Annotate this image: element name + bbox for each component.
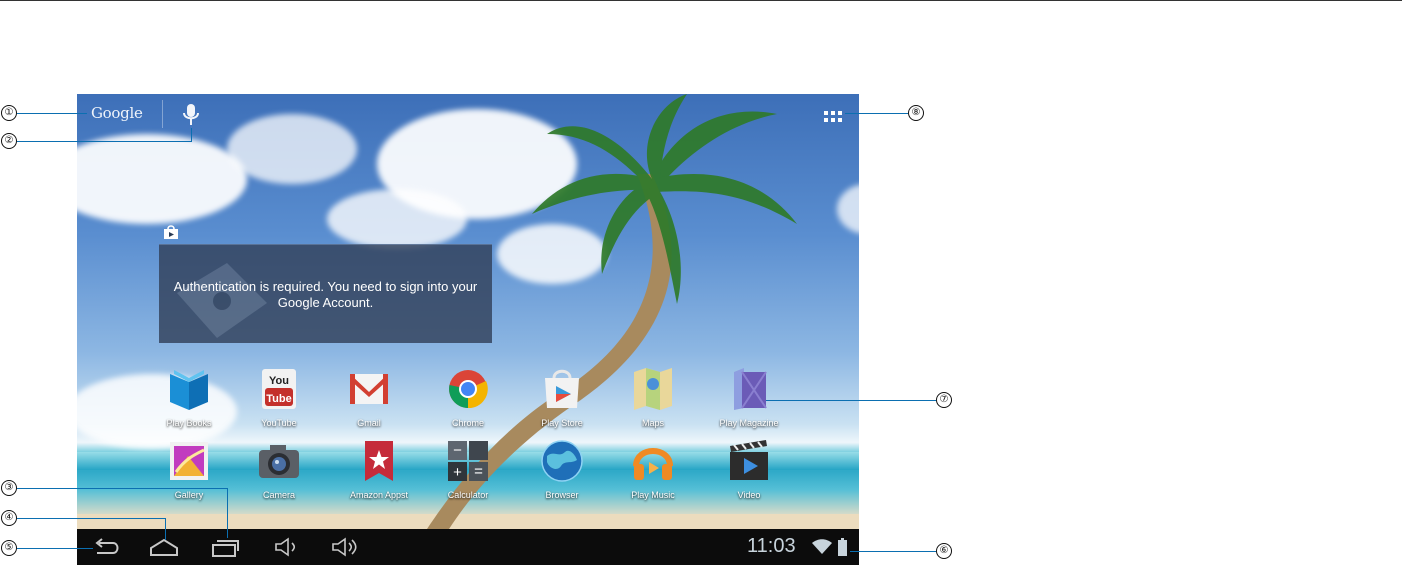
app-browser[interactable]: Browser	[518, 438, 606, 500]
app-label: Amazon Appst	[349, 490, 409, 500]
microphone-icon[interactable]	[181, 102, 201, 128]
app-label: YouTube	[261, 418, 297, 428]
play-store-widget-icon	[164, 225, 178, 239]
callout-4: ④	[1, 510, 17, 526]
play-music-icon	[633, 448, 673, 480]
calculator-equals-key: =	[474, 463, 483, 480]
authentication-widget[interactable]: Authentication is required. You need to …	[159, 244, 492, 343]
app-amazon-appstore[interactable]: Amazon Appst	[335, 438, 423, 500]
callout-6: ⑥	[936, 543, 952, 559]
status-clock: 11:03	[747, 535, 796, 557]
app-label: Video	[737, 490, 761, 500]
gmail-icon	[350, 374, 388, 404]
google-search-logo[interactable]: Google	[91, 104, 143, 122]
gallery-icon	[170, 442, 208, 480]
app-gmail[interactable]: Gmail	[325, 366, 413, 428]
camera-icon	[259, 445, 299, 478]
home-button-icon[interactable]	[147, 535, 181, 559]
maps-icon	[634, 368, 672, 410]
callout-7: ⑦	[936, 392, 952, 408]
callout-line-2	[17, 141, 192, 142]
app-play-books[interactable]: Play Books	[145, 366, 233, 428]
app-maps[interactable]: Maps	[609, 366, 697, 428]
app-label: Calculator	[447, 490, 489, 500]
all-apps-grid-icon[interactable]	[823, 110, 843, 124]
calculator-icon: − = +	[448, 441, 488, 481]
app-camera[interactable]: Camera	[235, 438, 323, 500]
back-button-icon[interactable]	[89, 535, 123, 559]
app-label: Play Magazine	[719, 418, 779, 428]
play-store-icon	[545, 369, 579, 408]
volume-down-icon[interactable]	[270, 535, 304, 559]
app-label: Gallery	[174, 490, 204, 500]
app-video[interactable]: Video	[705, 438, 793, 500]
youtube-icon: You Tube	[262, 369, 296, 409]
app-label: Play Store	[541, 418, 583, 428]
app-label: Maps	[641, 418, 664, 428]
youtube-logo-tube: Tube	[266, 393, 291, 405]
app-label: Gmail	[357, 418, 381, 428]
app-label: Play Books	[166, 418, 212, 428]
app-youtube[interactable]: You Tube YouTube	[235, 366, 323, 428]
top-rule	[0, 0, 1402, 1]
callout-line-3-vertical	[227, 488, 228, 538]
app-gallery[interactable]: Gallery	[145, 438, 233, 500]
app-label: Play Music	[631, 490, 675, 500]
callout-line-8	[845, 113, 908, 114]
app-label: Browser	[545, 490, 579, 500]
app-calculator[interactable]: − = + Calculator	[424, 438, 512, 500]
play-books-icon	[170, 370, 208, 410]
callout-line-7	[766, 400, 936, 401]
volume-up-icon[interactable]	[327, 535, 361, 559]
app-chrome[interactable]: Chrome	[424, 366, 512, 428]
system-navigation-bar: 11:03	[77, 529, 859, 565]
callout-line-4-vertical	[165, 518, 166, 540]
play-magazine-icon	[734, 368, 767, 410]
callout-5: ⑤	[1, 540, 17, 556]
app-label: Chrome	[451, 418, 484, 428]
callout-line-1	[17, 113, 87, 114]
youtube-logo-you: You	[269, 375, 289, 387]
app-play-music[interactable]: Play Music	[609, 438, 697, 500]
amazon-appstore-icon	[365, 441, 393, 481]
battery-icon	[838, 538, 847, 556]
recent-apps-button-icon[interactable]	[208, 535, 242, 559]
callout-line-5	[17, 548, 93, 549]
callout-1: ①	[1, 105, 17, 121]
video-icon	[730, 440, 768, 480]
chrome-icon	[449, 370, 488, 409]
calculator-plus-key: +	[453, 464, 462, 481]
app-play-magazine[interactable]: Play Magazine	[705, 366, 793, 428]
search-divider	[162, 100, 163, 128]
browser-icon	[541, 440, 583, 482]
tablet-home-screen: Google Authentication is required. You n…	[77, 94, 859, 565]
callout-line-6	[850, 551, 936, 552]
callout-8: ⑧	[908, 105, 924, 121]
callout-line-3	[17, 488, 228, 489]
callout-line-2-vertical	[191, 128, 192, 141]
calculator-minus-key: −	[453, 442, 462, 459]
callout-3: ③	[1, 480, 17, 496]
app-play-store[interactable]: Play Store	[518, 366, 606, 428]
wifi-icon	[812, 539, 832, 554]
authentication-message: Authentication is required. You need to …	[173, 279, 478, 310]
app-label: Camera	[262, 490, 295, 500]
callout-line-4	[17, 518, 166, 519]
callout-2: ②	[1, 133, 17, 149]
